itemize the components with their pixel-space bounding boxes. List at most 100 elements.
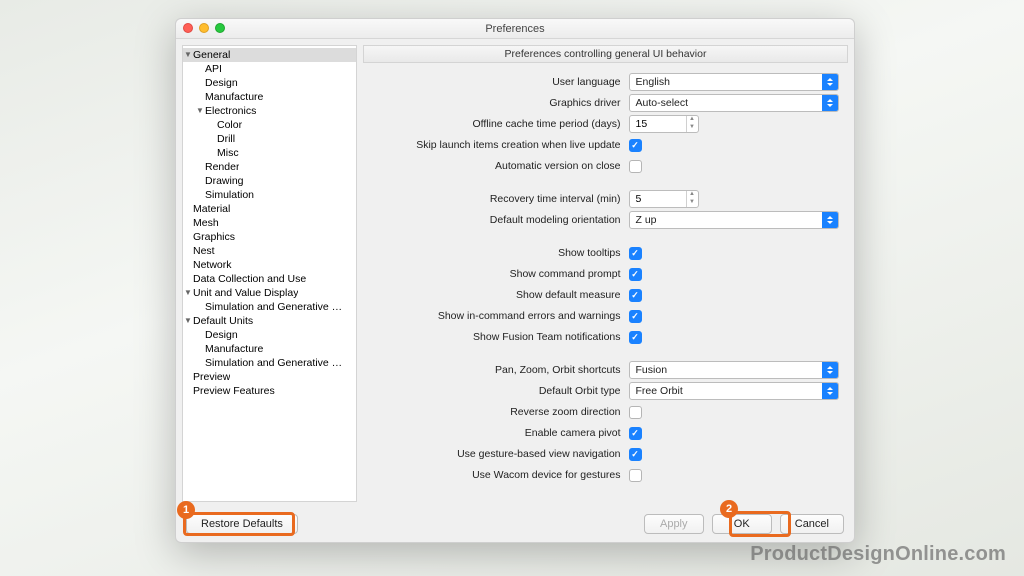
row-wacom: Use Wacom device for gestures bbox=[367, 466, 834, 484]
row-user-language: User language English bbox=[367, 73, 834, 91]
row-orbit-type: Default Orbit type Free Orbit bbox=[367, 382, 834, 400]
row-show-tooltips: Show tooltips bbox=[367, 244, 834, 262]
checkbox-show-tooltips[interactable] bbox=[629, 247, 642, 260]
chevron-updown-icon[interactable] bbox=[822, 362, 838, 378]
tree-item-label: Electronics bbox=[205, 104, 256, 118]
window-title: Preferences bbox=[176, 23, 854, 35]
tree-item-label: Preview Features bbox=[193, 384, 275, 398]
apply-button[interactable]: Apply bbox=[644, 514, 704, 534]
row-shortcuts: Pan, Zoom, Orbit shortcuts Fusion bbox=[367, 361, 834, 379]
checkbox-camera-pivot[interactable] bbox=[629, 427, 642, 440]
tree-item-label: Unit and Value Display bbox=[193, 286, 298, 300]
tree-item-label: Manufacture bbox=[205, 342, 263, 356]
checkbox-auto-version[interactable] bbox=[629, 160, 642, 173]
tree-item-label: Network bbox=[193, 258, 232, 272]
select-shortcuts[interactable]: Fusion bbox=[629, 361, 839, 379]
tree-item-label: Design bbox=[205, 76, 238, 90]
main-panel: Preferences controlling general UI behav… bbox=[363, 45, 848, 502]
minimize-icon[interactable] bbox=[199, 23, 209, 33]
select-user-language[interactable]: English bbox=[629, 73, 839, 91]
row-recovery-interval: Recovery time interval (min) 5▲▼ bbox=[367, 190, 834, 208]
chevron-updown-icon[interactable] bbox=[822, 95, 838, 111]
disclosure-triangle-icon[interactable] bbox=[183, 314, 193, 328]
tree-item[interactable]: Default Units bbox=[183, 314, 356, 328]
label-recovery-interval: Recovery time interval (min) bbox=[367, 193, 629, 205]
window-traffic-lights[interactable] bbox=[183, 23, 225, 33]
tree-item[interactable]: Unit and Value Display bbox=[183, 286, 356, 300]
chevron-updown-icon[interactable] bbox=[822, 383, 838, 399]
tree-item[interactable]: Data Collection and Use bbox=[183, 272, 356, 286]
tree-item[interactable]: General bbox=[183, 48, 356, 62]
input-recovery-interval[interactable]: 5▲▼ bbox=[629, 190, 699, 208]
checkbox-gesture-nav[interactable] bbox=[629, 448, 642, 461]
close-icon[interactable] bbox=[183, 23, 193, 33]
tree-item[interactable]: Manufacture bbox=[183, 342, 356, 356]
input-offline-cache[interactable]: 15▲▼ bbox=[629, 115, 699, 133]
row-reverse-zoom: Reverse zoom direction bbox=[367, 403, 834, 421]
chevron-updown-icon[interactable] bbox=[822, 212, 838, 228]
category-sidebar[interactable]: GeneralAPIDesignManufactureElectronicsCo… bbox=[182, 45, 357, 502]
checkbox-show-in-cmd-errors[interactable] bbox=[629, 310, 642, 323]
row-graphics-driver: Graphics driver Auto-select bbox=[367, 94, 834, 112]
tree-item-label: Simulation and Generative Desi… bbox=[205, 300, 345, 314]
tree-item-label: Simulation bbox=[205, 188, 254, 202]
restore-defaults-button[interactable]: Restore Defaults bbox=[186, 514, 298, 534]
checkbox-skip-launch[interactable] bbox=[629, 139, 642, 152]
tree-item-label: Manufacture bbox=[205, 90, 263, 104]
tree-item-label: Simulation and Generative Desi… bbox=[205, 356, 345, 370]
label-graphics-driver: Graphics driver bbox=[367, 97, 629, 109]
checkbox-reverse-zoom[interactable] bbox=[629, 406, 642, 419]
checkbox-show-fusion-team[interactable] bbox=[629, 331, 642, 344]
tree-item[interactable]: Color bbox=[183, 118, 356, 132]
tree-item[interactable]: Network bbox=[183, 258, 356, 272]
tree-item[interactable]: Manufacture bbox=[183, 90, 356, 104]
row-camera-pivot: Enable camera pivot bbox=[367, 424, 834, 442]
disclosure-triangle-icon[interactable] bbox=[195, 104, 205, 118]
checkbox-show-default-measure[interactable] bbox=[629, 289, 642, 302]
tree-item[interactable]: Misc bbox=[183, 146, 356, 160]
row-show-fusion-team: Show Fusion Team notifications bbox=[367, 328, 834, 346]
cancel-button[interactable]: Cancel bbox=[780, 514, 844, 534]
window-footer: Restore Defaults Apply OK Cancel bbox=[176, 508, 854, 542]
checkbox-show-cmd-prompt[interactable] bbox=[629, 268, 642, 281]
category-tree[interactable]: GeneralAPIDesignManufactureElectronicsCo… bbox=[183, 48, 356, 398]
row-default-orientation: Default modeling orientation Z up bbox=[367, 211, 834, 229]
tree-item-label: Data Collection and Use bbox=[193, 272, 306, 286]
tree-item[interactable]: Mesh bbox=[183, 216, 356, 230]
tree-item[interactable]: Drill bbox=[183, 132, 356, 146]
tree-item[interactable]: Graphics bbox=[183, 230, 356, 244]
tree-item-label: Color bbox=[217, 118, 242, 132]
watermark-text: ProductDesignOnline.com bbox=[750, 543, 1006, 566]
row-gesture-nav: Use gesture-based view navigation bbox=[367, 445, 834, 463]
disclosure-triangle-icon[interactable] bbox=[183, 286, 193, 300]
tree-item[interactable]: Electronics bbox=[183, 104, 356, 118]
tree-item[interactable]: Design bbox=[183, 76, 356, 90]
chevron-updown-icon[interactable] bbox=[822, 74, 838, 90]
tree-item[interactable]: Preview bbox=[183, 370, 356, 384]
tree-item[interactable]: API bbox=[183, 62, 356, 76]
select-orbit-type[interactable]: Free Orbit bbox=[629, 382, 839, 400]
tree-item[interactable]: Render bbox=[183, 160, 356, 174]
checkbox-wacom[interactable] bbox=[629, 469, 642, 482]
zoom-icon[interactable] bbox=[215, 23, 225, 33]
row-offline-cache: Offline cache time period (days) 15▲▼ bbox=[367, 115, 834, 133]
tree-item-label: Material bbox=[193, 202, 230, 216]
tree-item-label: Design bbox=[205, 328, 238, 342]
tree-item[interactable]: Material bbox=[183, 202, 356, 216]
label-offline-cache: Offline cache time period (days) bbox=[367, 118, 629, 130]
disclosure-triangle-icon[interactable] bbox=[183, 48, 193, 62]
settings-form: User language English Graphics driver Au… bbox=[363, 63, 848, 502]
ok-button[interactable]: OK bbox=[712, 514, 772, 534]
tree-item[interactable]: Preview Features bbox=[183, 384, 356, 398]
select-default-orientation[interactable]: Z up bbox=[629, 211, 839, 229]
tree-item[interactable]: Simulation and Generative Desi… bbox=[183, 356, 356, 370]
select-graphics-driver[interactable]: Auto-select bbox=[629, 94, 839, 112]
window-titlebar: Preferences bbox=[176, 19, 854, 39]
tree-item[interactable]: Design bbox=[183, 328, 356, 342]
tree-item[interactable]: Drawing bbox=[183, 174, 356, 188]
tree-item[interactable]: Nest bbox=[183, 244, 356, 258]
tree-item[interactable]: Simulation and Generative Desi… bbox=[183, 300, 356, 314]
tree-item[interactable]: Simulation bbox=[183, 188, 356, 202]
label-auto-version: Automatic version on close bbox=[367, 160, 629, 172]
tree-item-label: Nest bbox=[193, 244, 215, 258]
